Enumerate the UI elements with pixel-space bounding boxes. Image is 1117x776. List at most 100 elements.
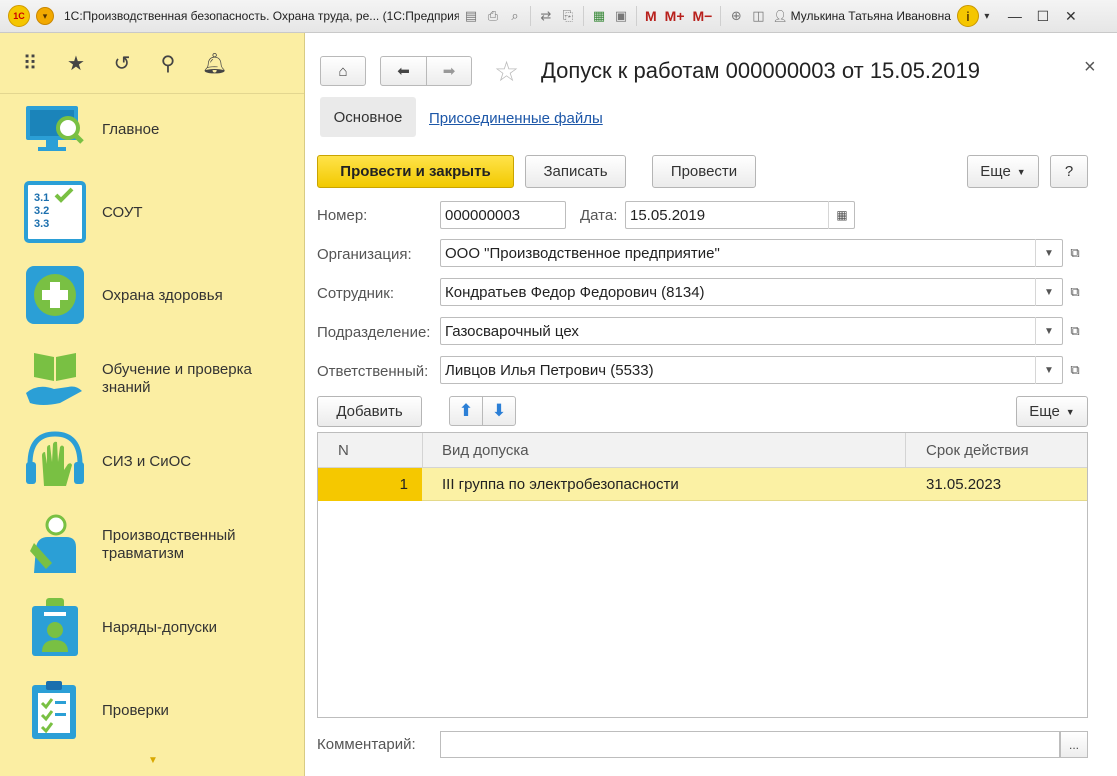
responsible-field[interactable]: Ливцов Илья Петрович (5533) ▼ <box>440 356 1063 384</box>
app-logo-icon: 1С <box>8 5 30 27</box>
dropdown-arrow-icon[interactable]: ▼ <box>1035 239 1062 267</box>
clipboard-check-icon <box>32 681 76 739</box>
sidebar-item-training[interactable]: Обучение и проверка знаний <box>0 347 305 411</box>
panel-icon[interactable]: ◫ <box>748 6 768 26</box>
employee-value: Кондратьев Федор Федорович (8134) <box>445 283 705 301</box>
column-divider <box>905 433 906 468</box>
post-button[interactable]: Провести <box>652 155 756 188</box>
window-close-button[interactable]: ✕ <box>1057 5 1085 27</box>
history-icon[interactable]: ↺ <box>110 51 134 76</box>
badge-person-icon <box>32 598 78 656</box>
link-icon[interactable]: ⇄ <box>536 6 556 26</box>
user-icon: 👤︎ <box>772 9 788 23</box>
favorite-star-icon[interactable]: ☆ <box>494 55 519 88</box>
info-dropdown-icon[interactable]: ▾ <box>979 5 995 27</box>
sidebar-item-sout[interactable]: 3.1 3.2 3.3 СОУТ <box>0 181 305 245</box>
employee-label: Сотрудник: <box>317 285 395 302</box>
zoom-icon[interactable]: ⊕ <box>726 6 746 26</box>
sidebar-item-health[interactable]: Охрана здоровья <box>0 264 305 328</box>
sidebar-item-permits[interactable]: Наряды-допуски <box>0 596 305 660</box>
book-hand-icon <box>26 353 82 405</box>
arrow-left-icon: ⬅ <box>397 63 410 80</box>
help-button[interactable]: ? <box>1050 155 1088 188</box>
dropdown-arrow-icon[interactable]: ▼ <box>1035 317 1062 345</box>
sidebar-item-label: Производственный травматизм <box>102 527 236 562</box>
sidebar-item-label: СОУТ <box>102 204 143 221</box>
dropdown-arrow-icon[interactable]: ▼ <box>1035 356 1062 384</box>
maximize-button[interactable]: ☐ <box>1029 5 1057 27</box>
organization-field[interactable]: ООО "Производственное предприятие" ▼ <box>440 239 1063 267</box>
sidebar-item-injuries[interactable]: Производственный травматизм <box>0 513 305 577</box>
calculator-icon[interactable]: ▦ <box>589 6 609 26</box>
back-button[interactable]: ⬅ <box>380 56 427 86</box>
forward-button[interactable]: ➡ <box>426 56 472 86</box>
notifications-icon[interactable]: 🔔︎ <box>202 51 227 76</box>
preview-icon[interactable]: ⌕ <box>505 6 525 26</box>
more-button[interactable]: Еще ▼ <box>967 155 1039 188</box>
memory-button[interactable]: M <box>642 8 660 24</box>
table-more-button[interactable]: Еще ▼ <box>1016 396 1088 427</box>
open-employee-icon[interactable]: ⧉ <box>1062 278 1088 306</box>
save-icon[interactable]: ▤ <box>461 6 481 26</box>
calendar-icon[interactable]: ▣ <box>611 6 631 26</box>
number-field[interactable]: 000000003 <box>440 201 566 229</box>
dropdown-arrow-icon[interactable]: ▼ <box>1035 278 1062 306</box>
tab-main[interactable]: Основное <box>320 97 416 137</box>
open-responsible-icon[interactable]: ⧉ <box>1062 356 1088 384</box>
employee-field[interactable]: Кондратьев Федор Федорович (8134) ▼ <box>440 278 1063 306</box>
current-user[interactable]: 👤︎ Мулькина Татьяна Ивановна <box>772 9 951 23</box>
move-up-button[interactable]: ⬆ <box>449 396 483 426</box>
toolbar-separator <box>530 6 531 26</box>
home-button[interactable]: ⌂ <box>320 56 366 86</box>
column-header-n[interactable]: N <box>338 433 349 468</box>
comment-field[interactable] <box>440 731 1060 758</box>
copy-link-icon[interactable]: ⎘ <box>558 6 578 26</box>
move-down-button[interactable]: ⬇ <box>482 396 516 426</box>
memory-minus-button[interactable]: M− <box>690 8 716 24</box>
scroll-down-icon[interactable]: ▼ <box>148 755 158 766</box>
calendar-picker-icon[interactable]: ▦ <box>828 201 855 229</box>
monitor-search-icon <box>26 106 84 151</box>
column-header-valid[interactable]: Срок действия <box>926 433 1029 468</box>
search-icon[interactable]: ⚲ <box>156 51 180 76</box>
cell-kind: III группа по электробезопасности <box>442 476 679 493</box>
home-icon: ⌂ <box>338 62 348 80</box>
print-icon[interactable]: ⎙ <box>483 6 503 26</box>
favorites-icon[interactable]: ★ <box>64 51 88 76</box>
open-organization-icon[interactable]: ⧉ <box>1062 239 1088 267</box>
number-label: Номер: <box>317 207 368 224</box>
date-field[interactable]: 15.05.2019 ▦ <box>625 201 855 229</box>
sidebar-toolbar: ⠿ ★ ↺ ⚲ 🔔︎ <box>0 33 304 94</box>
table-header: N Вид допуска Срок действия <box>318 433 1087 468</box>
sidebar-item-audits[interactable]: Проверки <box>0 679 305 743</box>
arrow-up-icon: ⬆ <box>458 401 474 420</box>
window-title: 1С:Производственная безопасность. Охрана… <box>64 9 459 23</box>
sidebar-item-ppe[interactable]: СИЗ и СиОС <box>0 430 305 494</box>
sidebar-item-label: Наряды-допуски <box>102 619 217 636</box>
tab-attached-files[interactable]: Присоединенные файлы <box>429 110 603 127</box>
toolbar-separator <box>583 6 584 26</box>
close-form-button[interactable]: × <box>1084 56 1096 79</box>
user-name: Мулькина Татьяна Ивановна <box>790 9 951 23</box>
admissions-table[interactable]: N Вид допуска Срок действия 1 III группа… <box>317 432 1088 718</box>
open-department-icon[interactable]: ⧉ <box>1062 317 1088 345</box>
column-header-kind[interactable]: Вид допуска <box>442 433 529 468</box>
add-row-button[interactable]: Добавить <box>317 396 422 427</box>
toolbar-separator <box>636 6 637 26</box>
minimize-button[interactable]: — <box>1001 5 1029 27</box>
organization-value: ООО "Производственное предприятие" <box>445 244 720 262</box>
cell-n: 1 <box>318 468 422 501</box>
table-row[interactable]: 1 III группа по электробезопасности 31.0… <box>318 468 1087 501</box>
all-functions-icon[interactable]: ⠿ <box>18 51 42 76</box>
main-menu-icon[interactable]: ▾ <box>36 7 54 25</box>
department-field[interactable]: Газосварочный цех ▼ <box>440 317 1063 345</box>
sidebar-item-label: СИЗ и СиОС <box>102 453 192 470</box>
memory-plus-button[interactable]: M+ <box>662 8 688 24</box>
date-label: Дата: <box>580 207 618 224</box>
sections-panel: ⠿ ★ ↺ ⚲ 🔔︎ Главное 3.1 3.2 3.3 СОУТ Охра… <box>0 33 305 776</box>
comment-edit-button[interactable]: ... <box>1060 731 1088 758</box>
post-and-close-button[interactable]: Провести и закрыть <box>317 155 514 188</box>
info-icon[interactable]: i <box>956 5 979 27</box>
sidebar-item-main[interactable]: Главное <box>0 98 305 162</box>
save-button[interactable]: Записать <box>525 155 626 188</box>
